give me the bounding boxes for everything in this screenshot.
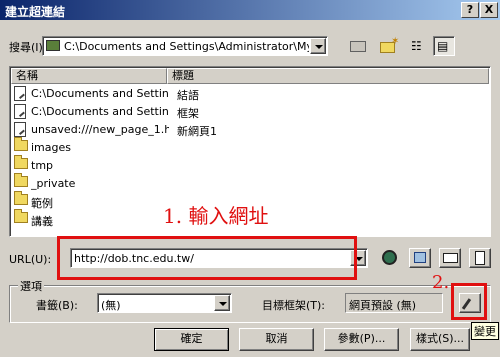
html-page-icon bbox=[14, 104, 26, 119]
annotation-box-url bbox=[57, 236, 357, 280]
list-item-title: 新網頁1 bbox=[177, 125, 217, 138]
drive-icon bbox=[46, 40, 60, 51]
lookin-combo[interactable]: C:\Documents and Settings\Administrator\… bbox=[42, 36, 328, 56]
folder-icon bbox=[14, 209, 28, 223]
list-view-icon: ☷ bbox=[411, 39, 422, 53]
list-item-name: C:\Documents and Settin... bbox=[31, 87, 169, 100]
list-item-title: 結語 bbox=[177, 89, 199, 102]
up-folder-button[interactable] bbox=[347, 36, 369, 56]
html-page-icon bbox=[14, 86, 26, 101]
list-item-name: images bbox=[31, 141, 71, 154]
bookmark-label: 書籤(B): bbox=[36, 299, 78, 312]
options-legend: 選項 bbox=[18, 278, 44, 294]
annotation-box-change bbox=[451, 283, 487, 320]
cancel-button[interactable]: 取消 bbox=[239, 328, 314, 351]
bookmark-select[interactable]: (無) bbox=[97, 293, 232, 313]
help-button[interactable]: ? bbox=[461, 2, 479, 18]
style-button[interactable]: 樣式(S)... bbox=[410, 328, 470, 351]
folder-icon bbox=[14, 137, 28, 151]
target-frame-value: 網頁預設 (無) bbox=[349, 299, 417, 312]
envelope-icon bbox=[443, 253, 458, 263]
new-folder-button[interactable]: ✶ bbox=[377, 36, 399, 56]
list-item-name: 講義 bbox=[31, 215, 53, 228]
up-folder-icon bbox=[350, 41, 366, 52]
list-view-button[interactable]: ☷ bbox=[408, 36, 430, 56]
list-item-title: 框架 bbox=[177, 107, 199, 120]
folder-icon bbox=[14, 155, 28, 169]
lookin-label: 搜尋(I): bbox=[9, 41, 47, 54]
bookmark-value: (無) bbox=[101, 299, 121, 312]
window-title: 建立超連結 bbox=[5, 5, 66, 19]
title-bar: 建立超連結 ? X bbox=[0, 0, 500, 20]
list-item-name: _private bbox=[31, 177, 76, 190]
bookmark-dropdown-button[interactable] bbox=[214, 295, 230, 311]
new-page-button[interactable] bbox=[469, 248, 491, 268]
browse-web-button[interactable] bbox=[379, 248, 401, 268]
file-search-icon bbox=[414, 252, 426, 263]
target-frame-label: 目標框架(T): bbox=[262, 299, 326, 312]
new-page-icon bbox=[475, 251, 485, 265]
change-tooltip: 變更 bbox=[471, 322, 499, 340]
details-view-icon: ▤ bbox=[437, 39, 449, 53]
list-item-name: unsaved:///new_page_1.h... bbox=[31, 123, 169, 136]
target-frame-field: 網頁預設 (無) bbox=[345, 293, 443, 313]
list-item-name: C:\Documents and Settin... bbox=[31, 105, 169, 118]
details-view-button[interactable]: ▤ bbox=[433, 36, 455, 56]
list-item-name: 範例 bbox=[31, 197, 53, 210]
chevron-down-icon bbox=[315, 45, 323, 49]
folder-icon bbox=[14, 173, 28, 187]
ok-button[interactable]: 確定 bbox=[154, 328, 229, 351]
email-link-button[interactable] bbox=[439, 248, 461, 268]
annotation-step1: 1. 輸入網址 bbox=[163, 204, 269, 228]
browse-file-button[interactable] bbox=[409, 248, 431, 268]
url-label: URL(U): bbox=[9, 253, 52, 266]
column-header-name[interactable]: 名稱 bbox=[11, 68, 167, 84]
annotation-step2: 2. bbox=[432, 272, 450, 293]
chevron-down-icon bbox=[219, 302, 227, 306]
lookin-value: C:\Documents and Settings\Administrator\… bbox=[64, 40, 309, 53]
html-page-icon bbox=[14, 122, 26, 137]
sparkle-icon: ✶ bbox=[391, 36, 400, 47]
close-button[interactable]: X bbox=[480, 2, 498, 18]
column-header-title[interactable]: 標題 bbox=[167, 68, 489, 84]
lookin-dropdown-button[interactable] bbox=[310, 38, 326, 54]
parameters-button[interactable]: 參數(P)... bbox=[324, 328, 399, 351]
folder-icon bbox=[14, 191, 28, 205]
globe-icon bbox=[382, 250, 397, 265]
list-item-name: tmp bbox=[31, 159, 54, 172]
